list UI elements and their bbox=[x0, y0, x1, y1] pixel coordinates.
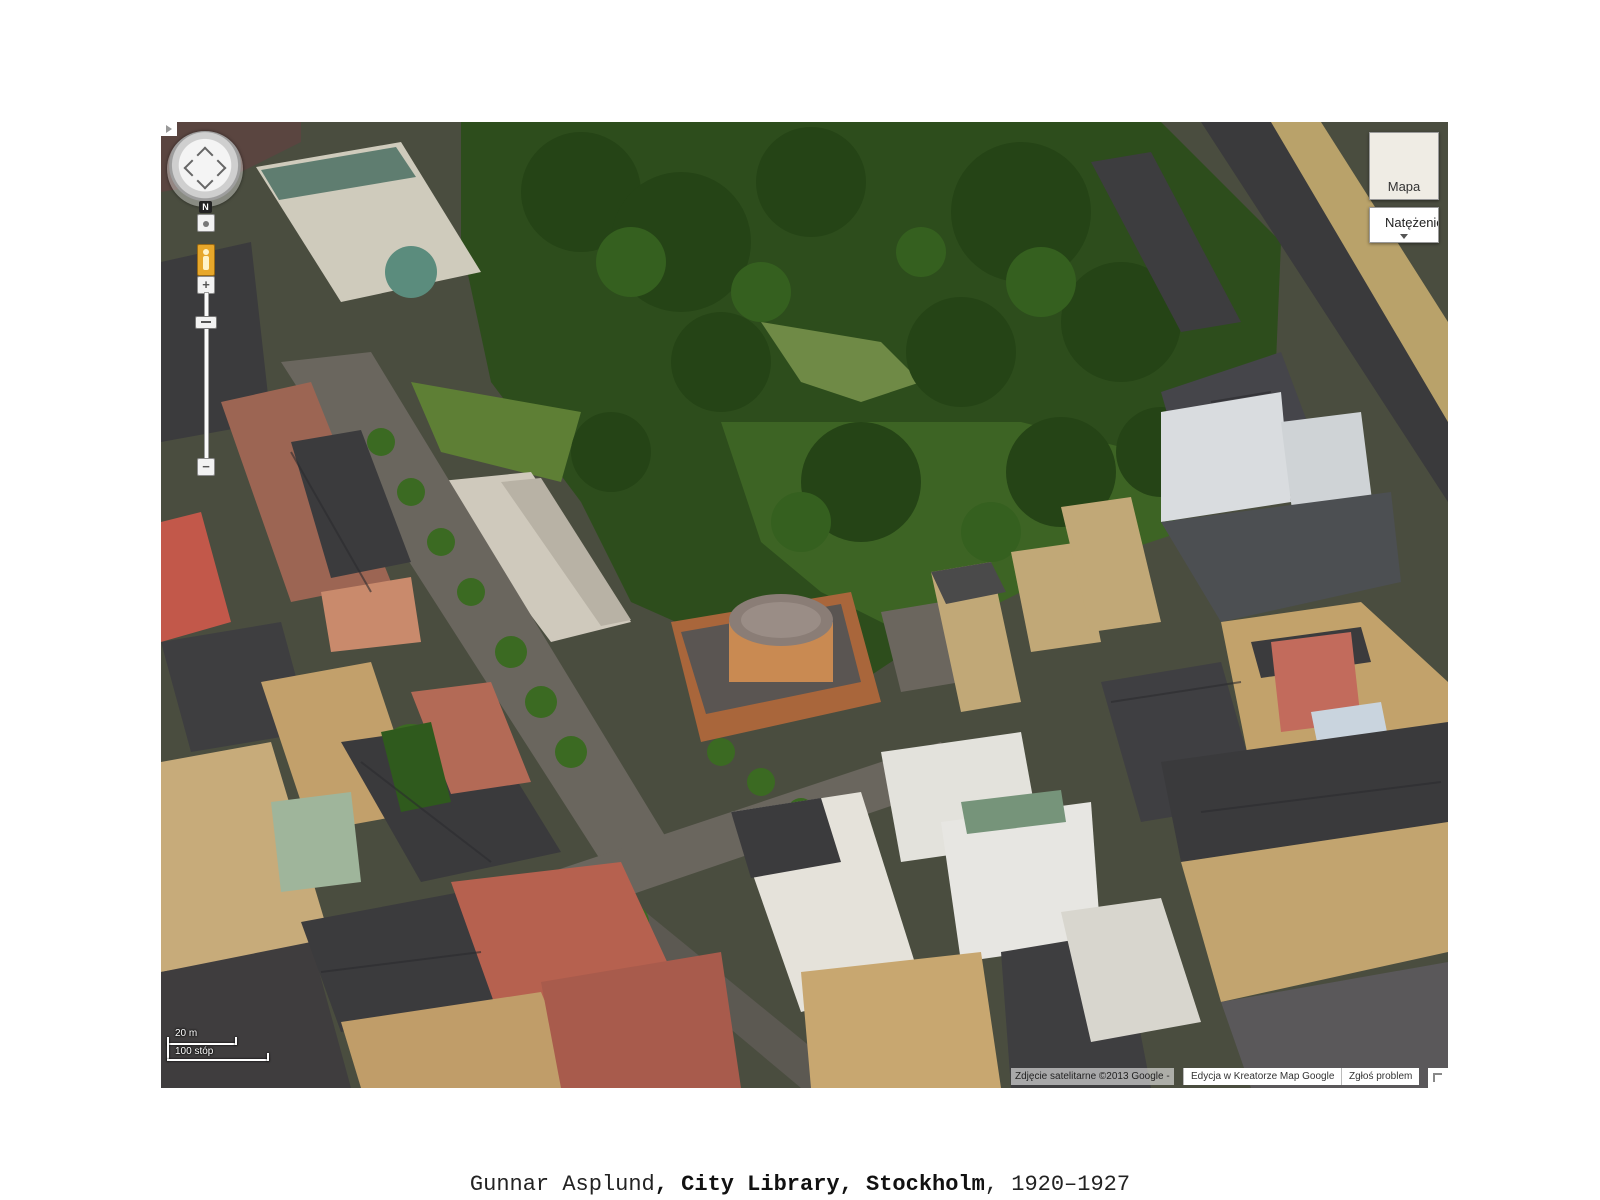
imagery-copyright: Zdjęcie satelitarne ©2013 Google - bbox=[1011, 1068, 1174, 1085]
caption-separator: , bbox=[654, 1172, 682, 1197]
pan-left-icon[interactable] bbox=[183, 159, 201, 177]
caption-building: City Library bbox=[681, 1172, 840, 1197]
street-view-pegman-icon[interactable] bbox=[197, 244, 215, 276]
pan-up-icon[interactable] bbox=[196, 146, 214, 164]
scale-bar: 20 m 100 stóp bbox=[167, 1028, 272, 1061]
pan-down-icon[interactable] bbox=[196, 172, 214, 190]
scale-tick bbox=[167, 1037, 169, 1061]
caption-architect: Gunnar Asplund bbox=[469, 1172, 655, 1197]
pan-control[interactable] bbox=[167, 131, 243, 207]
zoom-slider-thumb[interactable] bbox=[195, 316, 217, 329]
aerial-imagery[interactable] bbox=[161, 122, 1448, 1088]
rotate-icon bbox=[203, 221, 209, 227]
report-problem-link[interactable]: Zgłoś problem bbox=[1341, 1068, 1420, 1085]
caption-separator: , bbox=[984, 1172, 1012, 1197]
pan-right-icon[interactable] bbox=[209, 159, 227, 177]
traffic-layer-label: Natężenie bbox=[1385, 215, 1439, 230]
scale-imperial-bar bbox=[167, 1059, 269, 1061]
dropdown-caret-icon bbox=[1400, 234, 1408, 239]
scale-metric-bar bbox=[167, 1043, 237, 1045]
edit-in-map-maker-link[interactable]: Edycja w Kreatorze Map Google bbox=[1183, 1068, 1342, 1085]
scale-imperial-label: 100 stóp bbox=[175, 1046, 214, 1057]
caption-years: 1920–1927 bbox=[1011, 1172, 1131, 1197]
expand-corner-icon[interactable] bbox=[1428, 1068, 1448, 1088]
caption-separator: , bbox=[839, 1172, 867, 1197]
figure-caption: Gunnar Asplund, City Library, Stockholm,… bbox=[0, 1172, 1600, 1197]
map-corner-tab[interactable] bbox=[161, 122, 177, 136]
scale-metric-label: 20 m bbox=[175, 1028, 198, 1039]
zoom-out-button[interactable]: − bbox=[197, 458, 215, 476]
map-view[interactable]: N + − Mapa Natężenie 20 m 100 stóp Zdjęc… bbox=[161, 122, 1448, 1088]
rotate-button[interactable] bbox=[197, 214, 215, 232]
map-type-button[interactable]: Mapa bbox=[1369, 132, 1439, 200]
traffic-layer-dropdown[interactable]: Natężenie bbox=[1369, 207, 1439, 243]
north-indicator: N bbox=[199, 201, 212, 213]
scale-tick bbox=[235, 1037, 237, 1045]
caption-city: Stockholm bbox=[866, 1172, 985, 1197]
scale-tick bbox=[267, 1053, 269, 1061]
map-type-label: Mapa bbox=[1387, 179, 1421, 194]
